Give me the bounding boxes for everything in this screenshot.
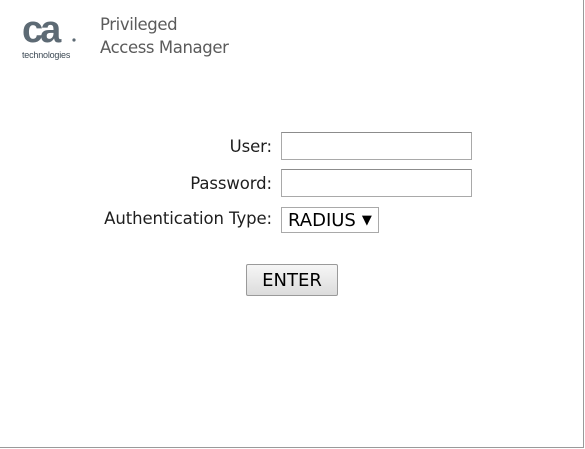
auth-type-select[interactable]: RADIUS ▼: [281, 207, 379, 233]
product-name-line1: Privileged: [100, 15, 178, 34]
svg-text:ca: ca: [22, 12, 62, 48]
ca-technologies-logo: ca technologies: [22, 12, 82, 62]
user-label: User:: [229, 137, 272, 156]
ca-logo-icon: ca: [22, 12, 76, 48]
product-name: Privileged Access Manager: [100, 13, 229, 59]
user-input[interactable]: [281, 132, 472, 160]
page: ca technologies Privileged Access Manage…: [0, 0, 584, 448]
enter-button[interactable]: ENTER: [246, 264, 338, 296]
password-input[interactable]: [281, 169, 472, 197]
auth-type-selected-value: RADIUS: [288, 209, 356, 231]
caret-down-icon: ▼: [361, 212, 372, 228]
logo-subtitle: technologies: [22, 50, 71, 60]
auth-type-label: Authentication Type:: [104, 209, 272, 228]
password-label: Password:: [190, 174, 272, 193]
product-name-line2: Access Manager: [100, 38, 229, 57]
